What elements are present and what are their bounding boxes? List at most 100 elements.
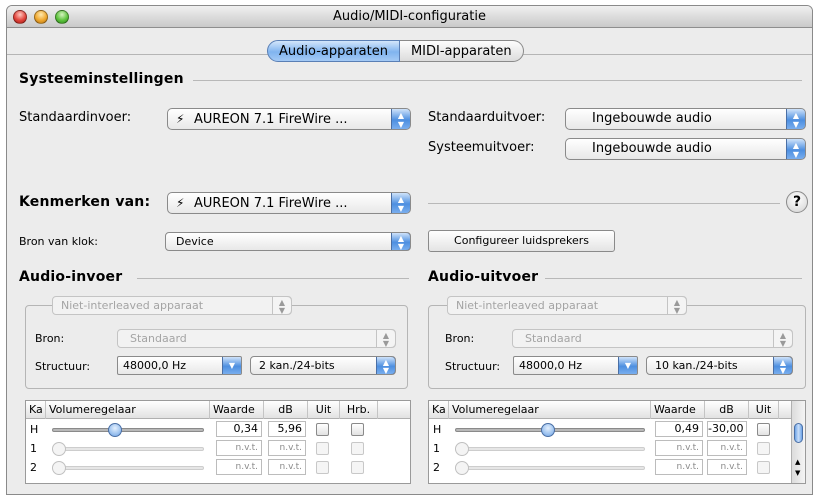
db-field: n.v.t. bbox=[268, 459, 306, 475]
scroll-down-icon[interactable]: ▼ bbox=[795, 469, 800, 477]
audio-output-source-value: Standaard bbox=[525, 332, 582, 345]
volume-slider-knob[interactable] bbox=[541, 423, 555, 437]
chevron-updown-icon: ▲ ▼ bbox=[786, 139, 805, 159]
audio-output-channels-popup[interactable]: 10 kan./24-bits ▲ ▼ bbox=[646, 356, 793, 375]
mute-checkbox[interactable] bbox=[757, 442, 770, 455]
tab-bar: Audio-apparaten MIDI-apparaten bbox=[267, 40, 524, 62]
default-input-value: AUREON 7.1 FireWire ... bbox=[194, 112, 348, 127]
chevron-updown-icon: ▲ ▼ bbox=[786, 109, 805, 129]
tab-midi-devices[interactable]: MIDI-apparaten bbox=[399, 40, 524, 62]
audio-output-interleave-popup[interactable]: Niet-interleaved apparaat ▲ ▼ bbox=[447, 296, 687, 315]
audio-input-samplerate-combo[interactable]: 48000,0 Hz ▼ bbox=[117, 356, 242, 375]
audio-input-interleave-popup[interactable]: Niet-interleaved apparaat ▲ ▼ bbox=[52, 296, 292, 315]
app-window: Audio/MIDI-configuratie Audio-apparaten … bbox=[6, 5, 813, 495]
chevron-updown-icon: ▲ ▼ bbox=[272, 297, 291, 314]
volume-slider[interactable] bbox=[455, 466, 645, 470]
audio-input-channels-popup[interactable]: 2 kan./24-bits ▲ ▼ bbox=[250, 356, 396, 375]
default-output-value: Ingebouwde audio bbox=[592, 111, 712, 126]
audio-output-interleave-value: Niet-interleaved apparaat bbox=[456, 299, 599, 312]
system-settings-title: Systeeminstellingen bbox=[19, 71, 184, 87]
audio-output-samplerate-combo[interactable]: 48000,0 Hz ▼ bbox=[513, 356, 638, 375]
hrb-checkbox[interactable] bbox=[351, 442, 364, 455]
db-field: n.v.t. bbox=[707, 459, 747, 475]
channel-label: H bbox=[30, 423, 39, 436]
hrb-checkbox[interactable] bbox=[351, 461, 364, 474]
chevron-updown-icon: ▲ ▼ bbox=[376, 330, 395, 347]
audio-input-title: Audio-invoer bbox=[19, 269, 123, 285]
mute-checkbox[interactable] bbox=[757, 461, 770, 474]
column-header[interactable]: Volumeregelaar bbox=[449, 401, 651, 419]
audio-output-source-popup[interactable]: Standaard ▲ ▼ bbox=[512, 329, 793, 348]
db-field[interactable]: 5,96 bbox=[268, 421, 306, 437]
table-row: 2 n.v.t. n.v.t. bbox=[26, 458, 410, 477]
volume-slider[interactable] bbox=[52, 466, 204, 470]
default-output-label: Standaarduitvoer: bbox=[428, 110, 546, 125]
volume-slider[interactable] bbox=[455, 447, 645, 451]
scroll-up-icon[interactable]: ▲ bbox=[795, 458, 800, 466]
value-field: n.v.t. bbox=[655, 459, 703, 475]
clock-source-value: Device bbox=[176, 235, 214, 248]
firewire-icon: ⚡ bbox=[176, 196, 185, 210]
properties-label: Kenmerken van: bbox=[19, 194, 151, 210]
volume-slider-knob[interactable] bbox=[52, 461, 66, 475]
audio-output-volume-table: Ka Volumeregelaar Waarde dB Uit H 0,49 -… bbox=[428, 400, 806, 484]
default-input-popup[interactable]: ⚡ AUREON 7.1 FireWire ... ▲ ▼ bbox=[167, 108, 411, 130]
volume-slider-knob[interactable] bbox=[455, 461, 469, 475]
clock-source-popup[interactable]: Device ▲ ▼ bbox=[165, 232, 411, 251]
system-output-popup[interactable]: Ingebouwde audio ▲ ▼ bbox=[565, 138, 806, 160]
configure-speakers-button[interactable]: Configureer luidsprekers bbox=[428, 230, 615, 252]
value-field[interactable]: 0,34 bbox=[216, 421, 262, 437]
db-field[interactable]: -30,00 bbox=[707, 421, 747, 437]
column-header[interactable]: Ka bbox=[26, 401, 46, 419]
channel-label: 2 bbox=[30, 461, 37, 474]
column-header[interactable]: Uit bbox=[308, 401, 340, 419]
audio-output-title: Audio-uitvoer bbox=[428, 269, 539, 285]
audio-input-source-value: Standaard bbox=[130, 332, 187, 345]
firewire-icon: ⚡ bbox=[176, 112, 185, 126]
column-header[interactable]: Volumeregelaar bbox=[46, 401, 210, 419]
clock-source-label: Bron van klok: bbox=[19, 235, 98, 248]
scrollbar-thumb[interactable] bbox=[794, 423, 803, 443]
column-header[interactable]: dB bbox=[264, 401, 308, 419]
title-bar[interactable]: Audio/MIDI-configuratie bbox=[7, 6, 812, 28]
mute-checkbox[interactable] bbox=[316, 442, 329, 455]
table-scrollbar[interactable]: ▲ ▼ bbox=[791, 401, 805, 483]
mute-checkbox[interactable] bbox=[316, 461, 329, 474]
system-settings-divider bbox=[193, 80, 802, 81]
help-button[interactable]: ? bbox=[786, 191, 808, 213]
volume-slider-knob[interactable] bbox=[108, 423, 122, 437]
column-header[interactable]: Waarde bbox=[210, 401, 264, 419]
volume-slider[interactable] bbox=[52, 428, 204, 432]
audio-output-divider bbox=[545, 278, 802, 279]
audio-input-format-label: Structuur: bbox=[35, 360, 91, 373]
column-header[interactable]: Ka bbox=[429, 401, 449, 419]
volume-slider-knob[interactable] bbox=[455, 442, 469, 456]
audio-input-volume-table: Ka Volumeregelaar Waarde dB Uit Hrb. H 0… bbox=[25, 400, 411, 484]
main-content: Audio-apparaten MIDI-apparaten Systeemin… bbox=[7, 29, 812, 494]
chevron-updown-icon: ▲ ▼ bbox=[667, 297, 686, 314]
channel-label: 1 bbox=[30, 442, 37, 455]
properties-device-popup[interactable]: ⚡ AUREON 7.1 FireWire ... ▲ ▼ bbox=[167, 192, 411, 214]
volume-slider-knob[interactable] bbox=[52, 442, 66, 456]
channel-label: 1 bbox=[433, 442, 440, 455]
properties-divider bbox=[428, 203, 780, 204]
column-header[interactable]: Waarde bbox=[651, 401, 705, 419]
table-row: 1 n.v.t. n.v.t. bbox=[429, 439, 805, 458]
mute-checkbox[interactable] bbox=[757, 423, 770, 436]
mute-checkbox[interactable] bbox=[316, 423, 329, 436]
default-input-label: Standaardinvoer: bbox=[19, 110, 132, 125]
value-field[interactable]: 0,49 bbox=[655, 421, 703, 437]
tab-audio-devices[interactable]: Audio-apparaten bbox=[267, 40, 400, 62]
chevron-down-icon: ▼ bbox=[618, 357, 637, 374]
column-header[interactable]: Uit bbox=[749, 401, 779, 419]
volume-slider[interactable] bbox=[52, 447, 204, 451]
chevron-updown-icon: ▲ ▼ bbox=[773, 357, 792, 374]
audio-input-source-popup[interactable]: Standaard ▲ ▼ bbox=[117, 329, 396, 348]
column-header[interactable]: dB bbox=[705, 401, 749, 419]
chevron-updown-icon: ▲ ▼ bbox=[391, 193, 410, 213]
hrb-checkbox[interactable] bbox=[351, 423, 364, 436]
channel-label: 2 bbox=[433, 461, 440, 474]
table-row: 1 n.v.t. n.v.t. bbox=[26, 439, 410, 458]
default-output-popup[interactable]: Ingebouwde audio ▲ ▼ bbox=[565, 108, 806, 130]
column-header[interactable]: Hrb. bbox=[340, 401, 378, 419]
